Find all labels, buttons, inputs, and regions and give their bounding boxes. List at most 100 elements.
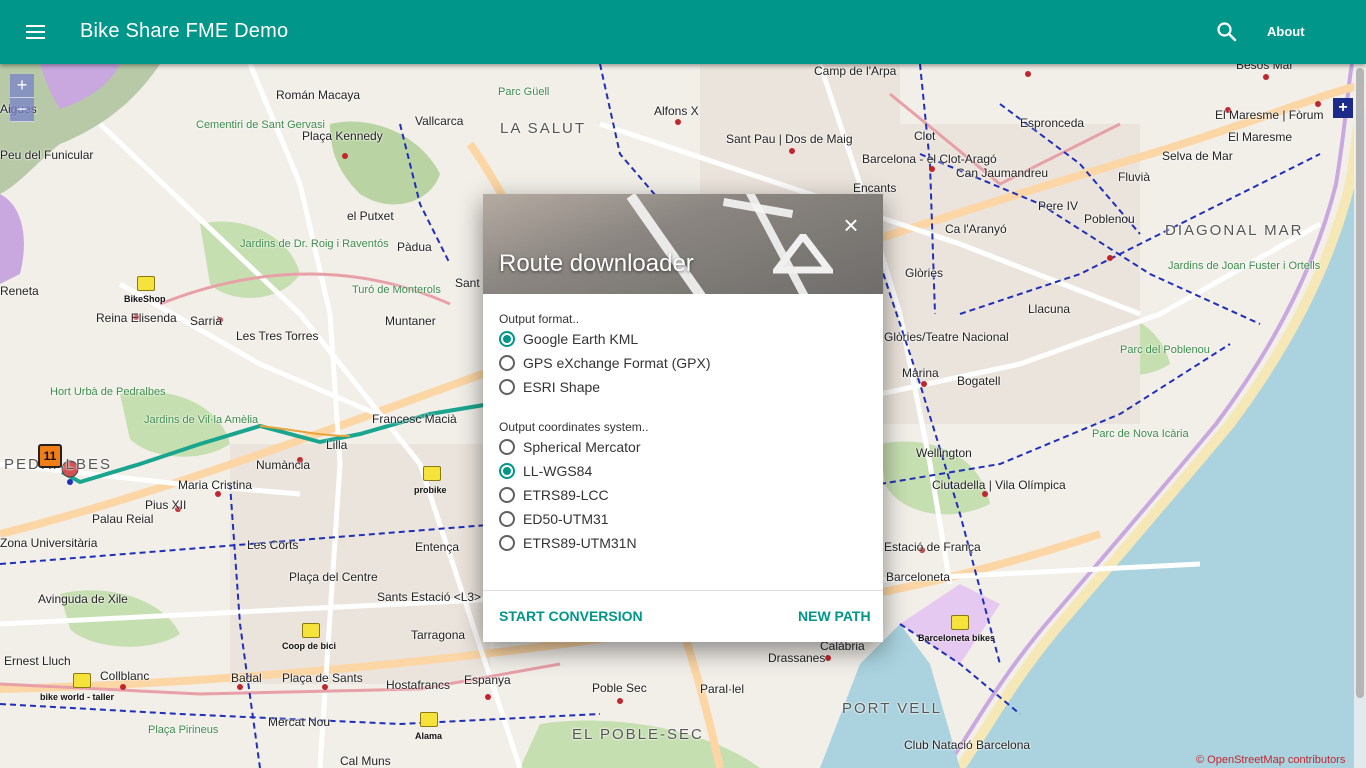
scrollbar[interactable] bbox=[1354, 64, 1366, 768]
about-link[interactable]: About bbox=[1267, 24, 1305, 39]
close-icon[interactable]: × bbox=[839, 212, 863, 238]
radio-button[interactable] bbox=[499, 379, 515, 395]
bike-shop-icon[interactable] bbox=[302, 623, 320, 638]
radio-button[interactable] bbox=[499, 535, 515, 551]
radio-format-gpx[interactable]: GPS eXchange Format (GPX) bbox=[499, 352, 711, 374]
place-label: El Maresme bbox=[1228, 130, 1293, 144]
place-label: Palau Reial bbox=[92, 512, 154, 526]
place-label: Parc del Poblenou bbox=[1120, 344, 1210, 356]
place-label: Pius XII bbox=[145, 498, 187, 512]
place-label: Parc Güell bbox=[498, 86, 550, 98]
place-label: Jardins de Joan Fuster i Ortells bbox=[1168, 260, 1321, 272]
radio-button[interactable] bbox=[499, 511, 515, 527]
bike-shop-label: probike bbox=[414, 485, 447, 495]
place-label: Ca l'Aranyó bbox=[945, 222, 1007, 236]
radio-label: Google Earth KML bbox=[523, 331, 639, 347]
route-downloader-dialog: Route downloader × Output format.. Googl… bbox=[483, 194, 883, 642]
hamburger-menu-icon[interactable] bbox=[20, 20, 52, 44]
place-label: Poblenou bbox=[1084, 212, 1135, 226]
place-label: Román Macaya bbox=[276, 88, 361, 102]
place-label: Bogatell bbox=[957, 374, 1001, 388]
search-icon[interactable] bbox=[1214, 19, 1240, 45]
zoom-in-button[interactable]: + bbox=[10, 74, 34, 98]
place-label: LA SALUT bbox=[500, 120, 587, 137]
radio-button[interactable] bbox=[499, 439, 515, 455]
radio-format-kml[interactable]: Google Earth KML bbox=[499, 328, 638, 350]
place-label: Cementiri de Sant Gervasi bbox=[196, 119, 325, 131]
place-label: Llacuna bbox=[1028, 302, 1071, 316]
bike-shop-icon[interactable] bbox=[137, 276, 155, 291]
place-label: Marina bbox=[902, 366, 939, 380]
layer-switcher-button[interactable]: + bbox=[1333, 98, 1353, 118]
place-label: Vallcarca bbox=[415, 114, 464, 128]
app-bar: Bike Share FME Demo About bbox=[0, 0, 1366, 64]
radio-coords-ll-wgs84[interactable]: LL-WGS84 bbox=[499, 460, 592, 482]
place-label: Badal bbox=[231, 671, 262, 685]
route-start-marker[interactable]: 11 bbox=[38, 444, 62, 468]
app-title: Bike Share FME Demo bbox=[80, 20, 289, 42]
place-label: El Maresme | Fòrum bbox=[1215, 108, 1324, 122]
place-label: Pere IV bbox=[1038, 199, 1079, 213]
radio-label: GPS eXchange Format (GPX) bbox=[523, 355, 711, 371]
start-conversion-button[interactable]: START CONVERSION bbox=[499, 608, 643, 624]
radio-format-shape[interactable]: ESRI Shape bbox=[499, 376, 600, 398]
place-label: Reina Elisenda bbox=[96, 311, 177, 325]
place-label: Glòries/Teatre Nacional bbox=[884, 330, 1009, 344]
bike-shop-icon[interactable] bbox=[423, 466, 441, 481]
map-attribution[interactable]: © OpenStreetMap contributors bbox=[1196, 754, 1345, 766]
place-label: EL POBLE-SEC bbox=[572, 726, 704, 743]
place-label: Glòries bbox=[905, 266, 944, 280]
radio-label: ETRS89-LCC bbox=[523, 487, 609, 503]
new-path-button[interactable]: NEW PATH bbox=[798, 608, 871, 624]
place-label: Poble Sec bbox=[592, 681, 647, 695]
radio-coords-etrs89-utm31n[interactable]: ETRS89-UTM31N bbox=[499, 532, 637, 554]
radio-button[interactable] bbox=[499, 487, 515, 503]
place-label: Tarragona bbox=[411, 628, 466, 642]
place-label: Barcelona - el Clot-Aragó bbox=[862, 152, 997, 166]
place-label: Les Corts bbox=[247, 538, 299, 552]
place-label: Wellington bbox=[916, 446, 972, 460]
place-label: Collblanc bbox=[100, 669, 150, 683]
radio-button[interactable] bbox=[499, 355, 515, 371]
dialog-title: Route downloader bbox=[499, 250, 694, 277]
place-label: Numància bbox=[256, 458, 311, 472]
dialog-divider bbox=[483, 590, 883, 591]
place-label: Ernest Lluch bbox=[4, 654, 71, 668]
zoom-out-button[interactable]: − bbox=[10, 98, 34, 122]
place-label: Alfons X bbox=[654, 104, 699, 118]
bike-shop-label: Alama bbox=[415, 731, 443, 741]
radio-label: ESRI Shape bbox=[523, 379, 601, 395]
bike-shop-label: Barceloneta bikes bbox=[918, 633, 996, 643]
radio-coords-spherical-mercator[interactable]: Spherical Mercator bbox=[499, 436, 641, 458]
place-label: Ciutadella | Vila Olímpica bbox=[932, 478, 1066, 492]
radio-button[interactable] bbox=[499, 463, 515, 479]
place-label: Entença bbox=[415, 540, 460, 554]
place-label: Turó de Monterols bbox=[352, 284, 441, 296]
radio-label: Spherical Mercator bbox=[523, 439, 641, 455]
bike-shop-icon[interactable] bbox=[420, 712, 438, 727]
place-label: Jardins de Vil·la Amèlia bbox=[144, 414, 259, 426]
place-label: Peu del Funicular bbox=[0, 148, 94, 162]
place-label: Paral·lel bbox=[700, 682, 745, 696]
place-label: Plaça Pirineus bbox=[148, 724, 219, 736]
dialog-header-image: Route downloader × bbox=[483, 194, 883, 294]
bike-shop-icon[interactable] bbox=[951, 615, 969, 630]
place-label: Francesc Macià bbox=[372, 412, 457, 426]
place-label: Fluvià bbox=[1118, 170, 1151, 184]
place-label: Lilla bbox=[326, 438, 348, 452]
radio-button[interactable] bbox=[499, 331, 515, 347]
place-label: Les Tres Torres bbox=[236, 329, 319, 343]
place-label: Hort Urbà de Pedralbes bbox=[50, 386, 166, 398]
radio-coords-etrs89-lcc[interactable]: ETRS89-LCC bbox=[499, 484, 609, 506]
place-label: Club Natació Barcelona bbox=[904, 738, 1031, 752]
place-label: DIAGONAL MAR bbox=[1165, 222, 1304, 239]
scrollbar-thumb[interactable] bbox=[1356, 68, 1364, 698]
place-label: Sant Pau | Dos de Maig bbox=[726, 132, 853, 146]
radio-coords-ed50-utm31[interactable]: ED50-UTM31 bbox=[499, 508, 609, 530]
place-label: Parc de Nova Icària bbox=[1092, 428, 1189, 440]
place-label: Barceloneta bbox=[886, 570, 951, 584]
place-label: Cal Muns bbox=[340, 754, 391, 768]
place-label: Mercat Nou bbox=[268, 715, 331, 729]
place-label: Estació de França bbox=[884, 540, 981, 554]
bike-shop-icon[interactable] bbox=[73, 673, 91, 688]
